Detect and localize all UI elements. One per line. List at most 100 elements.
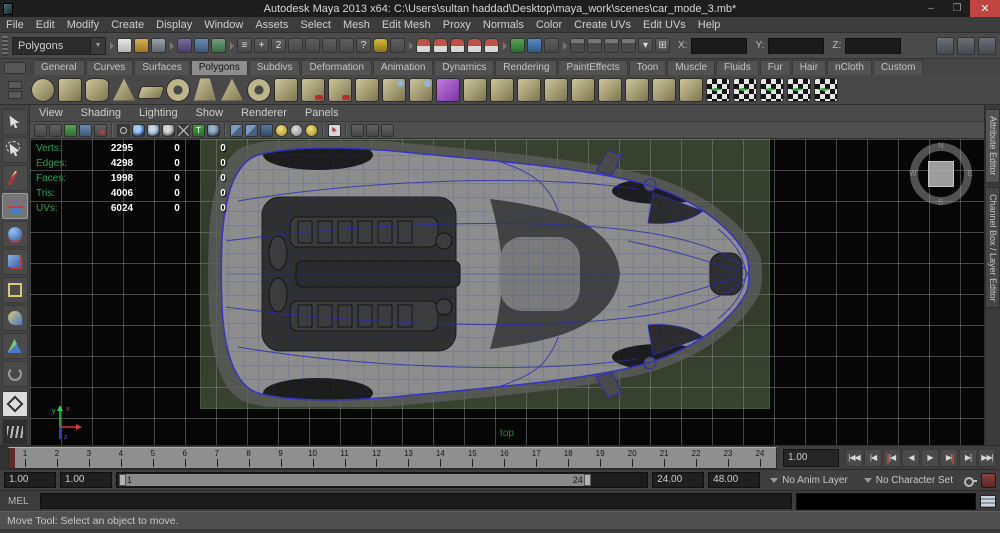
shelf-tab[interactable]: PaintEffects [558, 60, 627, 75]
use-all-lights-icon[interactable] [230, 124, 243, 137]
select-lines-icon[interactable] [322, 38, 337, 53]
minimize-button[interactable]: – [918, 0, 944, 17]
frame-tick[interactable]: 6 [169, 448, 201, 468]
cylindrical-mapping-icon[interactable] [733, 78, 757, 102]
soft-modification-tool[interactable] [2, 305, 28, 331]
go-to-end-button[interactable]: ▶▶| [978, 449, 996, 467]
panel-menu-item[interactable]: Renderer [232, 107, 296, 119]
planar-mapping-icon[interactable] [706, 78, 730, 102]
menu-set-selector[interactable]: Polygons ▼ [12, 37, 106, 55]
single-pane-layout-button[interactable] [2, 391, 28, 417]
group-collapse-arrow[interactable] [561, 37, 568, 55]
tool-settings-toggle-icon[interactable] [957, 37, 975, 55]
select-hierarchy-icon[interactable] [177, 38, 192, 53]
shelf-tab[interactable]: Deformation [301, 60, 371, 75]
scale-tool[interactable] [2, 249, 28, 275]
menu-item[interactable]: Create [105, 17, 150, 33]
animation-start-field[interactable]: 1.00 [4, 472, 56, 488]
frame-tick[interactable]: 5 [137, 448, 169, 468]
frame-tick[interactable]: 3 [73, 448, 105, 468]
make-live-icon[interactable] [510, 38, 525, 53]
frame-tick[interactable]: 13 [392, 448, 424, 468]
light3-icon[interactable] [305, 124, 318, 137]
frame-tick[interactable]: 9 [265, 448, 297, 468]
triangulate-icon[interactable] [490, 78, 514, 102]
rotate-tool[interactable] [2, 221, 28, 247]
auto-keyframe-toggle[interactable] [981, 473, 996, 488]
frame-tick[interactable]: 14 [424, 448, 456, 468]
group-collapse-arrow[interactable] [108, 37, 115, 55]
extrude-icon[interactable] [625, 78, 649, 102]
chevron-down-icon[interactable]: ▼ [90, 37, 106, 55]
four-pane-layout-button[interactable] [2, 419, 28, 445]
group-collapse-arrow[interactable] [228, 37, 235, 55]
cut-faces-icon[interactable] [571, 78, 595, 102]
poly-cone-icon[interactable] [112, 78, 136, 102]
playback-start-field[interactable]: 1.00 [60, 472, 112, 488]
open-scene-icon[interactable] [134, 38, 149, 53]
menu-item[interactable]: Create UVs [568, 17, 637, 33]
shelf-tab[interactable]: Subdivs [249, 60, 301, 75]
step-back-frame-button[interactable]: |◀ [864, 449, 882, 467]
uv-editor-icon[interactable] [814, 78, 838, 102]
shelf-tab[interactable]: Curves [86, 60, 134, 75]
range-track[interactable]: 1 24 [116, 472, 648, 488]
bookmarks-icon[interactable] [64, 124, 77, 137]
select-camera-icon[interactable] [34, 124, 47, 137]
frame-tick[interactable]: 7 [201, 448, 233, 468]
playback-end-field[interactable]: 24.00 [652, 472, 704, 488]
2d-pan-zoom-icon[interactable] [94, 124, 107, 137]
maximize-button[interactable]: ❐ [944, 0, 970, 17]
spherical-mapping-icon[interactable] [760, 78, 784, 102]
select-hulls-icon[interactable] [305, 38, 320, 53]
shelf-toggle-button[interactable] [4, 62, 26, 74]
poly-cylinder-icon[interactable] [85, 78, 109, 102]
shelf-tab[interactable]: Fluids [716, 60, 759, 75]
textured-icon[interactable]: T [192, 124, 205, 137]
save-scene-icon[interactable] [151, 38, 166, 53]
frame-tick[interactable]: 24 [744, 448, 776, 468]
fill-hole-icon[interactable] [544, 78, 568, 102]
frame-tick[interactable]: 16 [488, 448, 520, 468]
hypershade-icon[interactable] [621, 38, 636, 53]
panel-menu-item[interactable]: Panels [296, 107, 348, 119]
resolution-gate-icon[interactable] [351, 124, 364, 137]
shelf-tab[interactable]: Toon [629, 60, 667, 75]
bounding-box-icon[interactable] [177, 124, 190, 137]
viewport-canvas[interactable]: Verts: 2295 0 0 Edges: 4298 0 0 Faces: 1… [30, 139, 984, 445]
go-to-start-button[interactable]: |◀◀ [845, 449, 863, 467]
frame-tick[interactable]: 8 [233, 448, 265, 468]
snap-view-plane-icon[interactable] [484, 38, 499, 53]
channel-box-toggle-icon[interactable] [978, 37, 996, 55]
step-forward-key-button[interactable]: ▶| [940, 449, 958, 467]
menu-item[interactable]: Window [198, 17, 249, 33]
viewcube[interactable]: N E S W [910, 143, 972, 205]
shelf-tab[interactable]: Animation [373, 60, 433, 75]
menu-item[interactable]: Display [150, 17, 198, 33]
isolate-select-icon[interactable] [328, 124, 341, 137]
shelf-tab[interactable]: Fur [760, 60, 791, 75]
play-backwards-button[interactable]: ◀ [902, 449, 920, 467]
current-time-marker[interactable] [9, 448, 15, 468]
frame-tick[interactable]: 21 [648, 448, 680, 468]
set-key-icon[interactable] [963, 473, 977, 487]
image-plane-icon[interactable] [79, 124, 92, 137]
new-scene-icon[interactable] [117, 38, 132, 53]
mel-label[interactable]: MEL [4, 496, 36, 507]
sidebar-tab[interactable]: Channel Box / Layer Editor [985, 187, 1000, 309]
quadrangulate-icon[interactable] [517, 78, 541, 102]
frame-tick[interactable]: 2 [41, 448, 73, 468]
shelf-tab[interactable]: nCloth [827, 60, 872, 75]
poly-plane-icon[interactable] [137, 86, 165, 99]
snap-curve-icon[interactable] [433, 38, 448, 53]
select-component-icon[interactable] [211, 38, 226, 53]
render-settings-icon[interactable] [604, 38, 619, 53]
menu-item[interactable]: Color [530, 17, 568, 33]
universal-manipulator-tool[interactable] [2, 277, 28, 303]
character-set-dropdown[interactable]: No Character Set [858, 472, 959, 489]
last-tool[interactable] [2, 361, 28, 387]
menu-item[interactable]: File [0, 17, 30, 33]
select-faces-icon[interactable] [288, 38, 303, 53]
shelf-tab[interactable]: Muscle [667, 60, 715, 75]
menu-item[interactable]: Edit Mesh [376, 17, 437, 33]
